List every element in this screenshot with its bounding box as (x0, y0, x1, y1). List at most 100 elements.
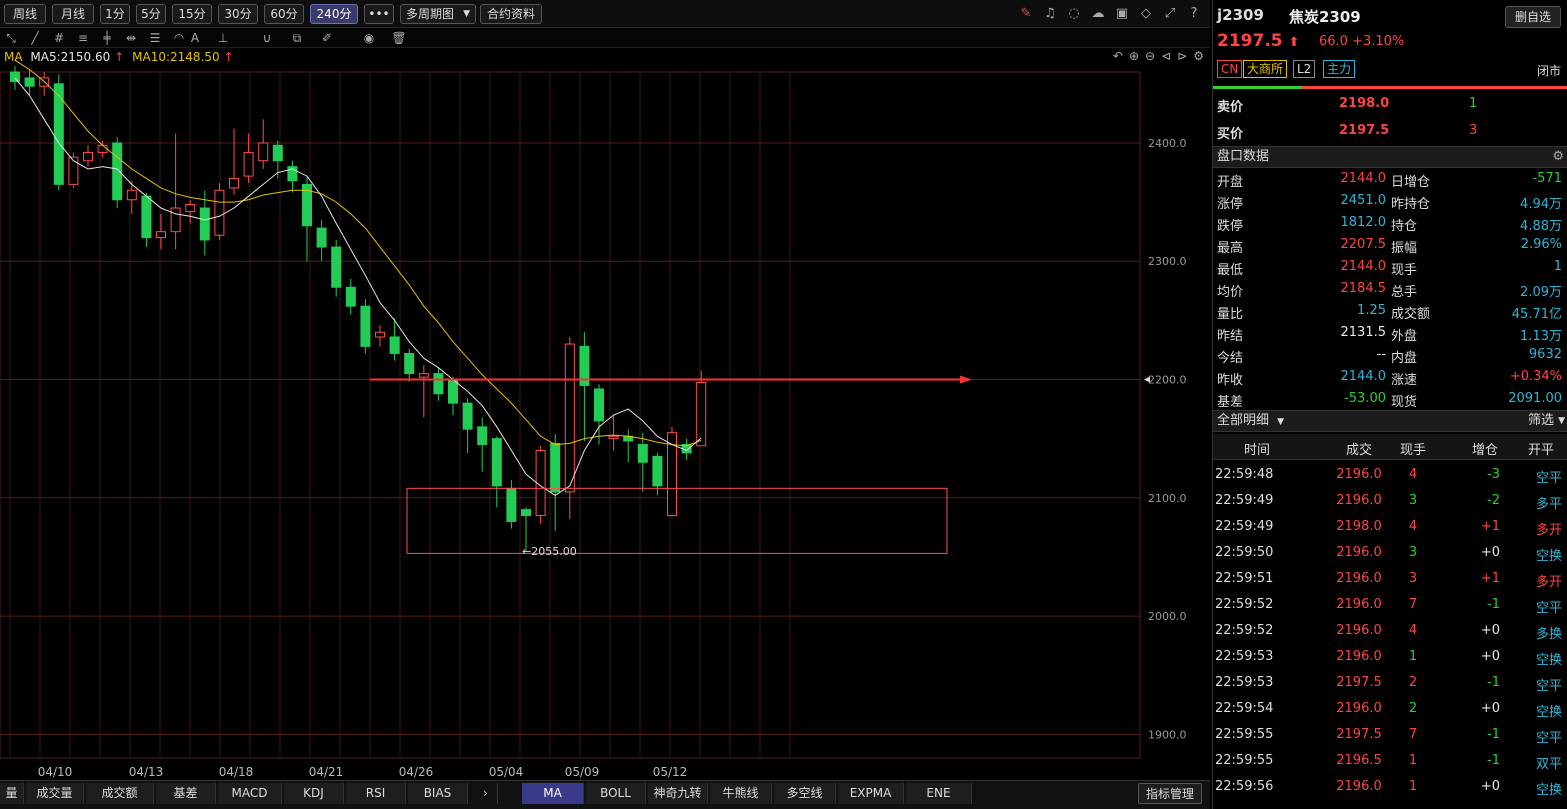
tab-bias[interactable]: BIAS (408, 783, 468, 804)
settings-icon[interactable]: ⚙ (1193, 49, 1204, 63)
period-30min-button[interactable]: 30分 (218, 4, 258, 24)
period-15min-button[interactable]: 15分 (172, 4, 212, 24)
x-tick-label: 04/13 (129, 765, 164, 779)
cross-line-icon[interactable]: ╪ (98, 29, 116, 47)
remove-watchlist-button[interactable]: 删自选 (1505, 6, 1561, 28)
panel-header: 盘口数据 ⚙ (1213, 146, 1567, 168)
tab-boll[interactable]: BOLL (586, 783, 646, 804)
period-5min-button[interactable]: 5分 (136, 4, 166, 24)
tab-volume[interactable]: 成交量 (26, 783, 84, 804)
trade-oi-change: +0 (1480, 623, 1500, 638)
period-monthly-button[interactable]: 月线 (52, 4, 94, 24)
stat-row: 最高 2207.5 振幅 2.96% (1213, 234, 1567, 256)
zoom-out-icon[interactable]: ⊖ (1145, 49, 1155, 63)
tab-basis[interactable]: 基差 (156, 783, 216, 804)
fib-icon[interactable]: ☰ (146, 29, 164, 47)
stat-row: 均价 2184.5 总手 2.09万 (1213, 278, 1567, 300)
drawing-toolbar: ⤡ ╱ # ≡ ╪ ⇹ ☰ ◠ A ⊥ ∪ ⧉ ✐ ◉ 🗑 (0, 28, 1210, 48)
caret-down-icon[interactable]: ▼ (1277, 417, 1284, 427)
indicator-manage-button[interactable]: 指标管理 (1138, 783, 1202, 804)
kline-chart[interactable]: MA MA5:2150.60 ↑ MA10:2148.50 ↑ ↶ ⊕ ⊖ ⊲ ⊳ … (0, 48, 1210, 780)
contract-info-button[interactable]: 合约资料 (480, 4, 542, 24)
multi-period-dropdown[interactable]: 多周期图 ▼ (400, 4, 476, 24)
text-icon[interactable]: A (186, 29, 204, 47)
filter-button[interactable]: 筛选 (1528, 411, 1554, 431)
magnet-icon[interactable]: ∪ (258, 29, 276, 47)
zoom-in-icon[interactable]: ⊕ (1129, 49, 1139, 63)
tab-long-short[interactable]: 多空线 (774, 783, 836, 804)
period-1min-button[interactable]: 1分 (100, 4, 130, 24)
cloud-icon[interactable]: ☁ (1090, 6, 1106, 21)
trade-row: 22:59:54 2196.0 2 +0 空换 (1213, 696, 1567, 722)
trade-type: 空换 (1535, 549, 1562, 564)
scroll-left-icon[interactable]: ⊲ (1161, 49, 1171, 63)
bell-icon[interactable]: ♫ (1042, 6, 1058, 21)
trade-time: 22:59:49 (1215, 493, 1274, 508)
camera-icon[interactable]: ▣ (1114, 6, 1130, 21)
stat-row: 跌停 1812.0 持仓 4.88万 (1213, 212, 1567, 234)
ma-legend: MA MA5:2150.60 ↑ MA10:2148.50 ↑ (4, 50, 238, 64)
ask-price: 2198.0 (1339, 96, 1390, 111)
chat-icon[interactable]: ◌ (1066, 6, 1082, 21)
trade-type: 空平 (1535, 731, 1562, 746)
tab-expma[interactable]: EXPMA (838, 783, 904, 804)
eraser-icon[interactable]: ✎ (1018, 6, 1034, 21)
stat-label: 跌停 (1217, 219, 1244, 234)
stat-value: 2144.0 (1340, 171, 1387, 186)
detail-title[interactable]: 全部明细 (1217, 413, 1269, 428)
candle-body (316, 227, 327, 248)
period-240min-button[interactable]: 240分 (310, 4, 358, 24)
stat-label: 现手 (1391, 263, 1418, 278)
gear-icon[interactable]: ⚙ (1552, 147, 1564, 167)
caret-down-icon[interactable]: ▼ (1558, 411, 1565, 431)
eye-icon[interactable]: ◉ (360, 29, 378, 47)
multi-period-label: 多周期图 (406, 7, 455, 21)
tab-macd[interactable]: MACD (218, 783, 282, 804)
panel-title: 盘口数据 (1217, 149, 1270, 164)
period-toolbar: 周线 月线 1分 5分 15分 30分 60分 240分 ••• 多周期图 ▼ … (0, 0, 1210, 28)
width-line-icon[interactable]: ⇹ (122, 29, 140, 47)
period-weekly-button[interactable]: 周线 (4, 4, 46, 24)
copy-icon[interactable]: ⧉ (288, 29, 306, 47)
tab-kdj[interactable]: KDJ (284, 783, 344, 804)
stat-label: 持仓 (1391, 219, 1418, 234)
stat-value: 2131.5 (1340, 325, 1387, 340)
pin-icon[interactable]: ⊥ (214, 29, 232, 47)
pen-icon[interactable]: ✐ (318, 29, 336, 47)
stat-row: 基差 -53.00 现货 2091.00 (1213, 388, 1567, 410)
draw-line-icon[interactable]: ╱ (26, 29, 44, 47)
undo-icon[interactable]: ↶ (1113, 49, 1123, 63)
trade-price: 2196.0 (1336, 779, 1382, 794)
more-periods-button[interactable]: ••• (364, 4, 394, 24)
trade-time: 22:59:56 (1215, 779, 1274, 794)
up-arrow-icon: ⬆ (1288, 35, 1300, 50)
chevron-right-icon[interactable]: › (474, 783, 498, 804)
help-icon[interactable]: ? (1186, 6, 1202, 21)
header-vol: 现手 (1399, 443, 1426, 458)
trash-icon[interactable]: 🗑 (390, 29, 408, 47)
candle-body (550, 442, 561, 493)
trade-type: 空换 (1535, 653, 1562, 668)
candle-body (594, 388, 604, 422)
hash-icon[interactable]: # (50, 29, 68, 47)
ruler-icon[interactable]: ◇ (1138, 6, 1154, 21)
y-tick-label: 2200.0 (1148, 374, 1187, 387)
tab-ma[interactable]: MA (522, 783, 584, 804)
trade-volume: 2 (1408, 675, 1418, 690)
tab-rsi[interactable]: RSI (346, 783, 406, 804)
tab-turnover[interactable]: 成交额 (86, 783, 154, 804)
tab-ene[interactable]: ENE (906, 783, 972, 804)
trade-type: 空换 (1535, 705, 1562, 720)
stat-row: 开盘 2144.0 日增仓 -571 (1213, 168, 1567, 190)
tab-td9[interactable]: 神奇九转 (648, 783, 708, 804)
cursor-icon[interactable]: ⤡ (2, 29, 20, 47)
period-60min-button[interactable]: 60分 (264, 4, 304, 24)
parallel-icon[interactable]: ≡ (74, 29, 92, 47)
trade-type: 空平 (1535, 471, 1562, 486)
y-tick-label: 2000.0 (1148, 610, 1187, 623)
tab-vol[interactable]: 量 (0, 783, 24, 804)
tab-bull-bear[interactable]: 牛熊线 (710, 783, 772, 804)
scroll-right-icon[interactable]: ⊳ (1177, 49, 1187, 63)
fullscreen-icon[interactable]: ⤢ (1162, 6, 1178, 21)
ma5-value: MA5:2150.60 (30, 50, 111, 64)
